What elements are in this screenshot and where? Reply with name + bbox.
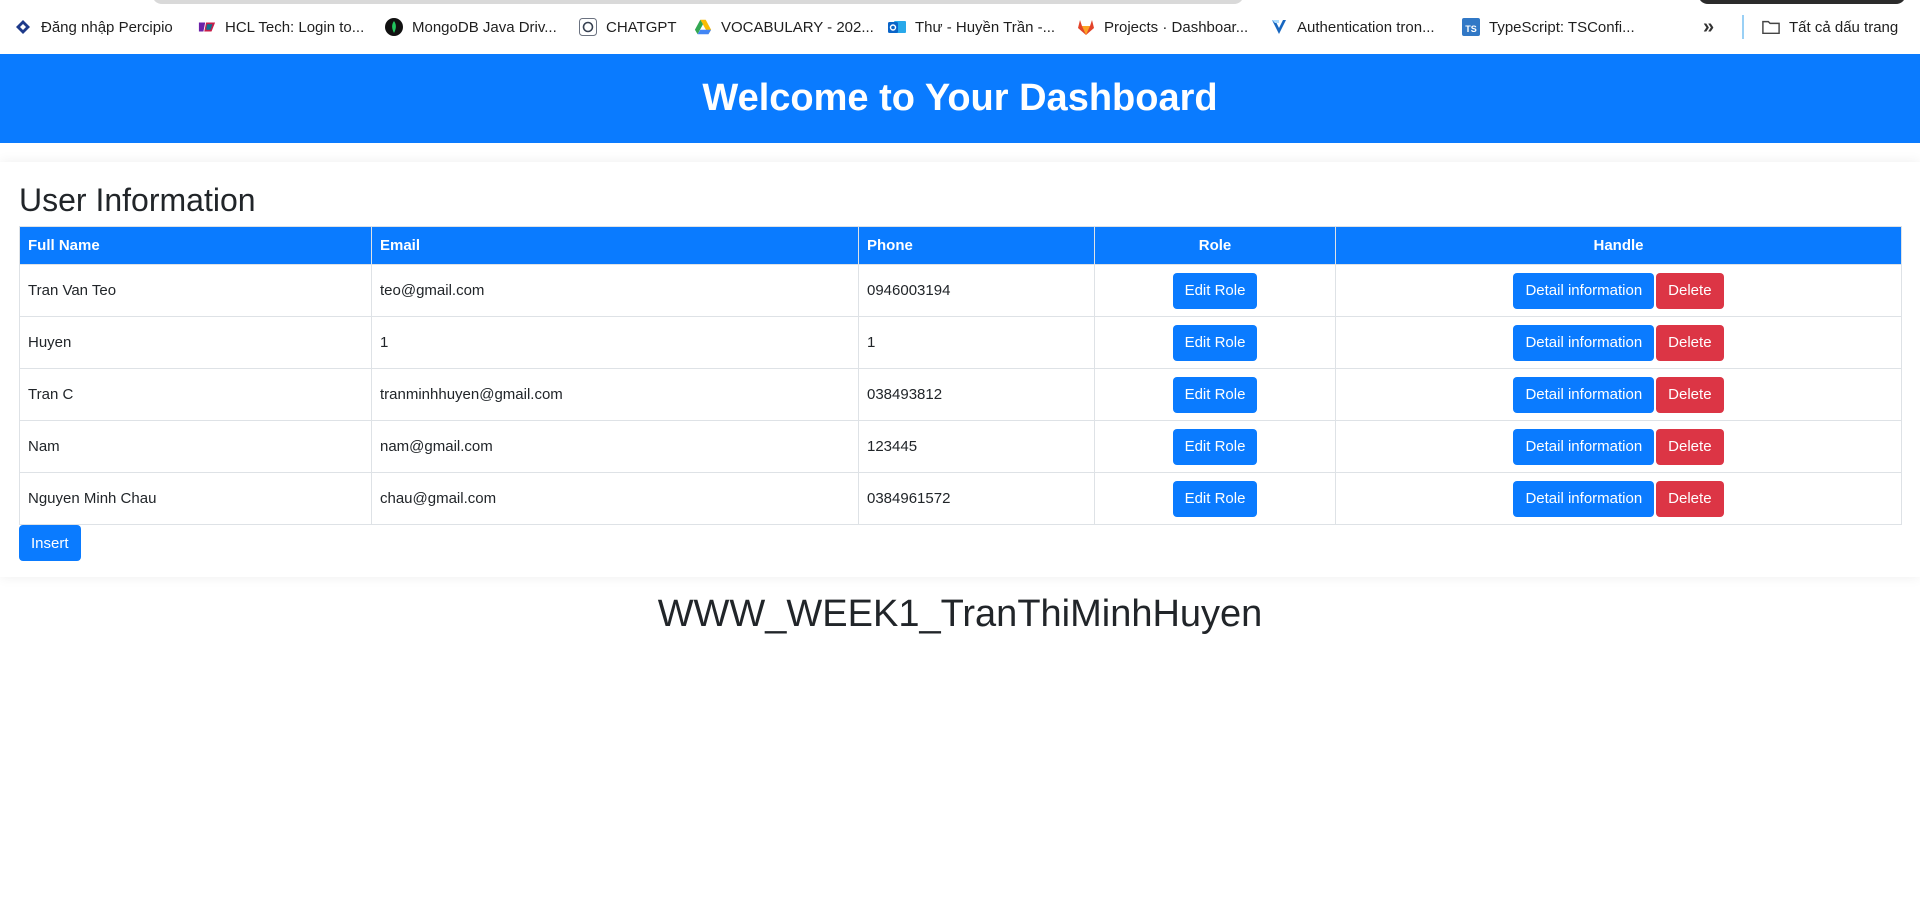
bookmark-label: CHATGPT xyxy=(606,18,677,36)
address-bar-edge xyxy=(152,0,1244,4)
detail-information-button[interactable]: Detail information xyxy=(1513,324,1655,361)
table-row: Huyen 1 1 Edit Role Detail information De… xyxy=(19,316,1902,369)
bookmark-vocabulary[interactable]: VOCABULARY - 202... xyxy=(694,17,874,37)
folder-icon xyxy=(1762,18,1780,36)
outlook-icon xyxy=(888,18,906,36)
hcl-icon xyxy=(198,18,216,36)
bookmark-percipio[interactable]: Đăng nhập Percipio xyxy=(14,17,173,37)
bookmark-label: MongoDB Java Driv... xyxy=(412,18,557,36)
cell-email: nam@gmail.com xyxy=(371,420,859,473)
cell-handle: Detail information Delete xyxy=(1335,264,1902,317)
detail-information-button[interactable]: Detail information xyxy=(1513,376,1655,413)
edit-role-button[interactable]: Edit Role xyxy=(1172,376,1258,413)
profile-button-edge xyxy=(1698,0,1906,4)
delete-button[interactable]: Delete xyxy=(1656,428,1724,465)
table-row: Nguyen Minh Chau chau@gmail.com 03849615… xyxy=(19,472,1902,525)
cell-role: Edit Role xyxy=(1094,472,1336,525)
svg-text:TS: TS xyxy=(1465,24,1477,34)
page-title: Welcome to Your Dashboard xyxy=(702,77,1218,119)
detail-information-button[interactable]: Detail information xyxy=(1513,428,1655,465)
vuetify-icon xyxy=(1270,18,1288,36)
column-header-handle: Handle xyxy=(1335,226,1902,265)
cell-email: 1 xyxy=(371,316,859,369)
user-info-card: User Information Full Name Email Phone R… xyxy=(0,162,1920,577)
gitlab-icon xyxy=(1077,18,1095,36)
table-row: Tran C tranminhhuyen@gmail.com 038493812… xyxy=(19,368,1902,421)
cell-phone: 0384961572 xyxy=(858,472,1095,525)
footer-title: WWW_WEEK1_TranThiMinhHuyen xyxy=(657,593,1263,635)
cell-full-name: Nguyen Minh Chau xyxy=(19,472,372,525)
section-title: User Information xyxy=(19,182,256,218)
insert-button[interactable]: Insert xyxy=(19,525,81,561)
bookmark-hcl[interactable]: HCL Tech: Login to... xyxy=(198,17,364,37)
cell-role: Edit Role xyxy=(1094,264,1336,317)
bookmarks-bar: Đăng nhập Percipio HCL Tech: Login to...… xyxy=(0,0,1920,54)
bookmark-label: VOCABULARY - 202... xyxy=(721,18,874,36)
column-header-full-name: Full Name xyxy=(19,226,372,265)
bookmark-outlook[interactable]: Thư - Huyền Trần -... xyxy=(888,17,1055,37)
cell-full-name: Tran Van Teo xyxy=(19,264,372,317)
cell-full-name: Tran C xyxy=(19,368,372,421)
delete-button[interactable]: Delete xyxy=(1656,480,1724,517)
cell-role: Edit Role xyxy=(1094,316,1336,369)
detail-information-button[interactable]: Detail information xyxy=(1513,272,1655,309)
edit-role-button[interactable]: Edit Role xyxy=(1172,480,1258,517)
cell-phone: 123445 xyxy=(858,420,1095,473)
bookmark-gitlab[interactable]: Projects · Dashboar... xyxy=(1077,17,1248,37)
delete-button[interactable]: Delete xyxy=(1656,376,1724,413)
bookmarks-divider xyxy=(1742,15,1744,39)
cell-role: Edit Role xyxy=(1094,420,1336,473)
all-bookmarks-button[interactable]: Tất cả dấu trang xyxy=(1762,17,1898,37)
typescript-icon: TS xyxy=(1462,18,1480,36)
cell-email: chau@gmail.com xyxy=(371,472,859,525)
cell-email: teo@gmail.com xyxy=(371,264,859,317)
table-row: Nam nam@gmail.com 123445 Edit Role Detai… xyxy=(19,420,1902,473)
user-table: Full Name Email Phone Role Handle Tran V… xyxy=(19,226,1902,525)
page-header: Welcome to Your Dashboard xyxy=(0,54,1920,143)
bookmark-label: Projects · Dashboar... xyxy=(1104,18,1249,36)
cell-full-name: Nam xyxy=(19,420,372,473)
cell-email: tranminhhuyen@gmail.com xyxy=(371,368,859,421)
table-header-row: Full Name Email Phone Role Handle xyxy=(19,226,1902,265)
bookmark-label: HCL Tech: Login to... xyxy=(225,18,365,36)
bookmark-label: Thư - Huyền Trần -... xyxy=(915,18,1056,36)
mongodb-icon xyxy=(385,18,403,36)
google-drive-icon xyxy=(694,18,712,36)
cell-handle: Detail information Delete xyxy=(1335,472,1902,525)
bookmark-label: TypeScript: TSConfi... xyxy=(1489,18,1635,36)
table-row: Tran Van Teo teo@gmail.com 0946003194 Ed… xyxy=(19,264,1902,317)
bookmark-authentication[interactable]: Authentication tron... xyxy=(1270,17,1435,37)
edit-role-button[interactable]: Edit Role xyxy=(1172,428,1258,465)
cell-role: Edit Role xyxy=(1094,368,1336,421)
all-bookmarks-label: Tất cả dấu trang xyxy=(1789,18,1899,36)
bookmarks-overflow-icon[interactable]: » xyxy=(1703,16,1714,39)
cell-full-name: Huyen xyxy=(19,316,372,369)
bookmark-label: Đăng nhập Percipio xyxy=(41,18,173,36)
cell-phone: 0946003194 xyxy=(858,264,1095,317)
edit-role-button[interactable]: Edit Role xyxy=(1172,324,1258,361)
chatgpt-icon xyxy=(579,18,597,36)
bookmark-typescript[interactable]: TS TypeScript: TSConfi... xyxy=(1462,17,1635,37)
detail-information-button[interactable]: Detail information xyxy=(1513,480,1655,517)
cell-handle: Detail information Delete xyxy=(1335,316,1902,369)
cell-phone: 038493812 xyxy=(858,368,1095,421)
edit-role-button[interactable]: Edit Role xyxy=(1172,272,1258,309)
bookmark-chatgpt[interactable]: CHATGPT xyxy=(579,17,677,37)
percipio-icon xyxy=(14,18,32,36)
bookmark-label: Authentication tron... xyxy=(1297,18,1435,36)
cell-handle: Detail information Delete xyxy=(1335,368,1902,421)
column-header-email: Email xyxy=(371,226,859,265)
bookmark-mongodb[interactable]: MongoDB Java Driv... xyxy=(385,17,557,37)
column-header-role: Role xyxy=(1094,226,1336,265)
cell-phone: 1 xyxy=(858,316,1095,369)
cell-handle: Detail information Delete xyxy=(1335,420,1902,473)
delete-button[interactable]: Delete xyxy=(1656,324,1724,361)
delete-button[interactable]: Delete xyxy=(1656,272,1724,309)
column-header-phone: Phone xyxy=(858,226,1095,265)
